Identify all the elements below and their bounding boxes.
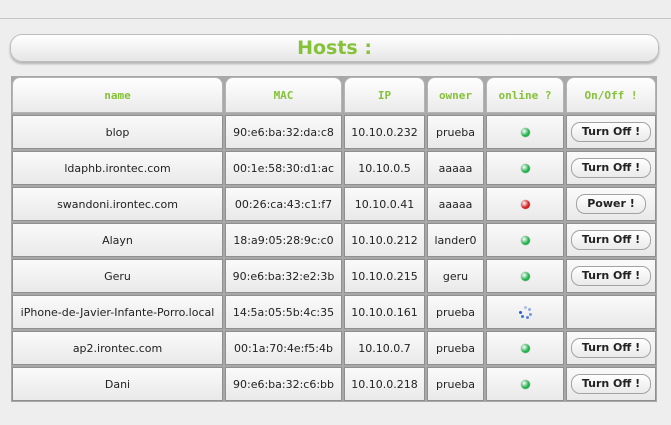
loading-spinner-icon (517, 304, 533, 320)
status-online-icon (520, 379, 530, 389)
turn-off-button[interactable]: Turn Off ! (570, 230, 652, 250)
top-divider (0, 18, 671, 19)
owner-cell: aaaaa (427, 151, 484, 185)
owner-cell: prueba (427, 331, 484, 365)
online-status-cell (486, 259, 564, 293)
onoff-cell: Power ! (566, 187, 656, 221)
host-name-cell: blop (12, 115, 223, 149)
online-status-cell (486, 115, 564, 149)
table-row: ap2.irontec.com 00:1a:70:4e:f5:4b 10.10.0.… (11, 330, 657, 366)
online-status-cell (486, 295, 564, 329)
ip-cell: 10.10.0.215 (344, 259, 425, 293)
onoff-cell: Turn Off ! (566, 331, 656, 365)
host-name-cell: ldaphb.irontec.com (12, 151, 223, 185)
status-online-icon (520, 271, 530, 281)
status-online-icon (520, 235, 530, 245)
host-name-cell: iPhone-de-Javier-Infante-Porro.local (12, 295, 223, 329)
onoff-cell (566, 295, 656, 329)
mac-cell: 00:1a:70:4e:f5:4b (225, 331, 342, 365)
host-name-cell: ap2.irontec.com (12, 331, 223, 365)
owner-cell: geru (427, 259, 484, 293)
mac-cell: 18:a9:05:28:9c:c0 (225, 223, 342, 257)
mac-cell: 14:5a:05:5b:4c:35 (225, 295, 342, 329)
owner-cell: prueba (427, 115, 484, 149)
mac-cell: 90:e6:ba:32:e2:3b (225, 259, 342, 293)
table-row: Geru 90:e6:ba:32:e2:3b 10.10.0.215 geru Turn… (11, 258, 657, 294)
host-name-cell: Geru (12, 259, 223, 293)
host-name-cell: Alayn (12, 223, 223, 257)
ip-cell: 10.10.0.41 (344, 187, 425, 221)
host-name-cell: Dani (12, 367, 223, 401)
mac-cell: 00:1e:58:30:d1:ac (225, 151, 342, 185)
mac-cell: 90:e6:ba:32:da:c8 (225, 115, 342, 149)
turn-off-button[interactable]: Turn Off ! (570, 374, 652, 394)
title-bar: Hosts : (10, 34, 659, 62)
ip-cell: 10.10.0.7 (344, 331, 425, 365)
header-onoff: On/Off ! (566, 77, 656, 113)
owner-cell: aaaaa (427, 187, 484, 221)
table-row: ldaphb.irontec.com 00:1e:58:30:d1:ac 10.10… (11, 150, 657, 186)
onoff-cell: Turn Off ! (566, 367, 656, 401)
status-online-icon (520, 163, 530, 173)
turn-off-button[interactable]: Turn Off ! (570, 158, 652, 178)
table-header-row: name MAC IP owner online ? On/Off ! (11, 76, 657, 114)
table-row: blop 90:e6:ba:32:da:c8 10.10.0.232 prueba Tu… (11, 114, 657, 150)
hosts-table: name MAC IP owner online ? On/Off ! blop… (11, 76, 657, 402)
status-online-icon (520, 127, 530, 137)
mac-cell: 00:26:ca:43:c1:f7 (225, 187, 342, 221)
status-offline-icon (520, 199, 530, 209)
onoff-cell: Turn Off ! (566, 151, 656, 185)
online-status-cell (486, 187, 564, 221)
table-row: Dani 90:e6:ba:32:c6:bb 10.10.0.218 prueba Tu… (11, 366, 657, 402)
ip-cell: 10.10.0.218 (344, 367, 425, 401)
owner-cell: lander0 (427, 223, 484, 257)
onoff-cell: Turn Off ! (566, 259, 656, 293)
page-title: Hosts : (297, 37, 372, 59)
table-row: iPhone-de-Javier-Infante-Porro.local 14:5… (11, 294, 657, 330)
owner-cell: prueba (427, 367, 484, 401)
power-button[interactable]: Power ! (576, 194, 646, 214)
turn-off-button[interactable]: Turn Off ! (570, 266, 652, 286)
ip-cell: 10.10.0.5 (344, 151, 425, 185)
onoff-cell: Turn Off ! (566, 223, 656, 257)
online-status-cell (486, 223, 564, 257)
turn-off-button[interactable]: Turn Off ! (570, 338, 652, 358)
table-body: blop 90:e6:ba:32:da:c8 10.10.0.232 prueba Tu… (11, 114, 657, 402)
ip-cell: 10.10.0.232 (344, 115, 425, 149)
header-name: name (12, 77, 223, 113)
table-row: swandoni.irontec.com 00:26:ca:43:c1:f7 10.… (11, 186, 657, 222)
online-status-cell (486, 367, 564, 401)
turn-off-button[interactable]: Turn Off ! (570, 122, 652, 142)
ip-cell: 10.10.0.161 (344, 295, 425, 329)
header-ip: IP (344, 77, 425, 113)
onoff-cell: Turn Off ! (566, 115, 656, 149)
table-row: Alayn 18:a9:05:28:9c:c0 10.10.0.212 lander0… (11, 222, 657, 258)
header-owner: owner (427, 77, 484, 113)
online-status-cell (486, 151, 564, 185)
online-status-cell (486, 331, 564, 365)
header-mac: MAC (225, 77, 342, 113)
ip-cell: 10.10.0.212 (344, 223, 425, 257)
owner-cell: prueba (427, 295, 484, 329)
status-online-icon (520, 343, 530, 353)
header-online: online ? (486, 77, 564, 113)
mac-cell: 90:e6:ba:32:c6:bb (225, 367, 342, 401)
host-name-cell: swandoni.irontec.com (12, 187, 223, 221)
